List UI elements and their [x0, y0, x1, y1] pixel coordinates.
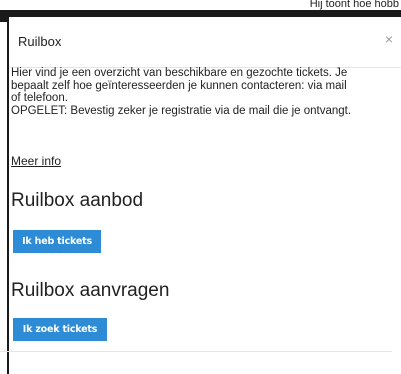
intro-line: Hier vind je een overzicht van beschikba…: [11, 67, 348, 79]
intro-line: OPGELET: Bevestig zeker je registratie v…: [11, 104, 352, 117]
intro-line: of telefoon.: [11, 92, 68, 104]
meer-info-link[interactable]: Meer info: [11, 154, 61, 168]
modal-title: Ruilbox: [18, 34, 62, 49]
aanbod-title: Ruilbox aanbod: [11, 190, 144, 211]
background-partial-text: Hij toont hoe hobb: [309, 0, 399, 10]
close-icon[interactable]: ×: [385, 32, 393, 46]
intro-text: Hier vind je een overzicht van beschikba…: [11, 67, 389, 117]
ik-zoek-tickets-button[interactable]: Ik zoek tickets: [13, 318, 107, 341]
aanvragen-title: Ruilbox aanvragen: [11, 280, 170, 301]
modal-header: Ruilbox ×: [9, 17, 401, 68]
ik-heb-tickets-button[interactable]: Ik heb tickets: [13, 230, 101, 253]
modal-footer-divider: [0, 351, 392, 352]
page: Hij toont hoe hobb Ruilbox × Hier vind j…: [0, 0, 401, 374]
intro-line: bepaalt zelf hoe geïnteresseerden je kun…: [11, 79, 347, 92]
